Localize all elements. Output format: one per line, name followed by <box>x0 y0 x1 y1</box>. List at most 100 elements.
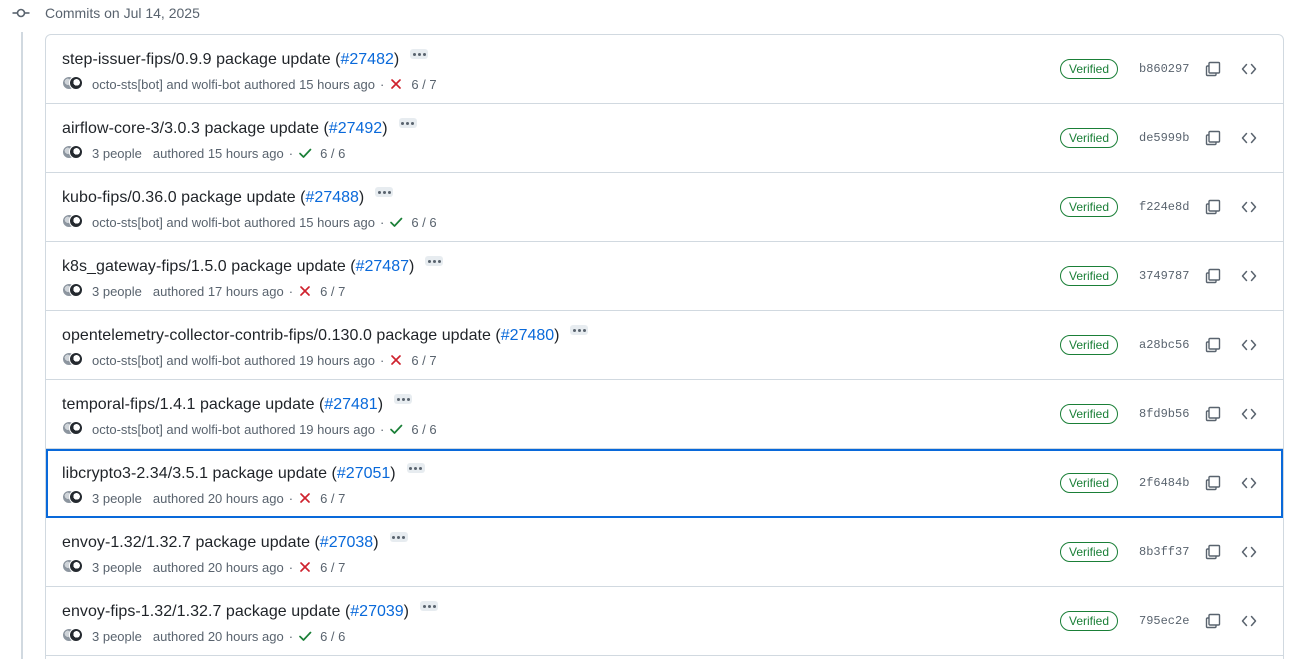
commit-title-link[interactable]: opentelemetry-collector-contrib-fips/0.1… <box>62 327 491 345</box>
verified-badge[interactable]: Verified <box>1060 473 1119 493</box>
x-icon[interactable] <box>298 284 312 298</box>
expand-message-button[interactable] <box>389 532 408 542</box>
x-icon[interactable] <box>298 491 312 505</box>
commit-authors[interactable]: 3 people <box>92 491 142 506</box>
author-avatars[interactable] <box>62 559 86 575</box>
browse-code-icon[interactable] <box>1239 59 1259 79</box>
commit-authors[interactable]: octo-sts[bot] and wolfi-bot <box>92 353 240 368</box>
copy-sha-icon[interactable] <box>1203 59 1223 79</box>
verified-badge[interactable]: Verified <box>1060 404 1119 424</box>
author-avatars[interactable] <box>62 283 86 299</box>
check-icon[interactable] <box>389 422 403 436</box>
browse-code-icon[interactable] <box>1239 473 1259 493</box>
checks-count[interactable]: 6 / 7 <box>320 284 345 299</box>
pull-request-link[interactable]: #27488 <box>306 189 359 207</box>
author-avatars[interactable] <box>62 76 86 92</box>
check-icon[interactable] <box>298 629 312 643</box>
commit-sha-link[interactable]: 3749787 <box>1139 267 1189 285</box>
check-icon[interactable] <box>389 215 403 229</box>
copy-sha-icon[interactable] <box>1203 473 1223 493</box>
checks-count[interactable]: 6 / 7 <box>411 353 436 368</box>
pull-request-link[interactable]: #27038 <box>320 534 373 552</box>
pull-request-link[interactable]: #27482 <box>340 51 393 69</box>
checks-count[interactable]: 6 / 7 <box>411 77 436 92</box>
x-icon[interactable] <box>389 353 403 367</box>
browse-code-icon[interactable] <box>1239 404 1259 424</box>
browse-code-icon[interactable] <box>1239 266 1259 286</box>
browse-code-icon[interactable] <box>1239 197 1259 217</box>
pull-request-link[interactable]: #27480 <box>501 327 554 345</box>
commit-title-link[interactable]: libcrypto3-2.34/3.5.1 package update <box>62 465 327 483</box>
commit-row[interactable]: envoy-1.32/1.32.7 package update (#27038… <box>46 518 1283 587</box>
author-avatars[interactable] <box>62 352 86 368</box>
copy-sha-icon[interactable] <box>1203 404 1223 424</box>
expand-message-button[interactable] <box>425 256 444 266</box>
expand-message-button[interactable] <box>406 463 425 473</box>
copy-sha-icon[interactable] <box>1203 335 1223 355</box>
verified-badge[interactable]: Verified <box>1060 542 1119 562</box>
commit-authors[interactable]: octo-sts[bot] and wolfi-bot <box>92 215 240 230</box>
checks-count[interactable]: 6 / 6 <box>411 422 436 437</box>
commit-sha-link[interactable]: 2f6484b <box>1139 474 1189 492</box>
expand-message-button[interactable] <box>375 187 394 197</box>
commit-row[interactable]: temporal-fips/1.4.1 package update (#274… <box>46 380 1283 449</box>
commit-sha-link[interactable]: f224e8d <box>1139 198 1189 216</box>
check-icon[interactable] <box>298 146 312 160</box>
author-avatars[interactable] <box>62 628 86 644</box>
commit-row[interactable]: kubo-fips/0.36.0 package update (#27488)… <box>46 173 1283 242</box>
commit-title-link[interactable]: kubo-fips/0.36.0 package update <box>62 189 296 207</box>
commit-row[interactable]: k8s_gateway-fips/1.5.0 package update (#… <box>46 242 1283 311</box>
checks-count[interactable]: 6 / 6 <box>320 629 345 644</box>
commit-sha-link[interactable]: 795ec2e <box>1139 612 1189 630</box>
commit-title-link[interactable]: step-issuer-fips/0.9.9 package update <box>62 51 331 69</box>
author-avatars[interactable] <box>62 421 86 437</box>
checks-count[interactable]: 6 / 7 <box>320 491 345 506</box>
pull-request-link[interactable]: #27039 <box>350 603 403 621</box>
commit-row[interactable]: step-issuer-fips/0.9.9 package update (#… <box>46 35 1283 104</box>
commit-sha-link[interactable]: b860297 <box>1139 60 1189 78</box>
verified-badge[interactable]: Verified <box>1060 611 1119 631</box>
x-icon[interactable] <box>389 77 403 91</box>
author-avatars[interactable] <box>62 214 86 230</box>
verified-badge[interactable]: Verified <box>1060 266 1119 286</box>
verified-badge[interactable]: Verified <box>1060 197 1119 217</box>
expand-message-button[interactable] <box>394 394 413 404</box>
browse-code-icon[interactable] <box>1239 128 1259 148</box>
verified-badge[interactable]: Verified <box>1060 335 1119 355</box>
commit-row[interactable]: opentelemetry-collector-contrib-fips/0.1… <box>46 311 1283 380</box>
expand-message-button[interactable] <box>420 601 438 611</box>
commit-title-link[interactable]: envoy-fips-1.32/1.32.7 package update <box>62 603 341 621</box>
commit-authors[interactable]: 3 people <box>92 629 142 644</box>
checks-count[interactable]: 6 / 6 <box>411 215 436 230</box>
commit-row[interactable]: envoy-fips-1.32/1.32.7 package update (#… <box>46 587 1283 656</box>
copy-sha-icon[interactable] <box>1203 542 1223 562</box>
commit-title-link[interactable]: temporal-fips/1.4.1 package update <box>62 396 315 414</box>
commit-title-link[interactable]: envoy-1.32/1.32.7 package update <box>62 534 310 552</box>
browse-code-icon[interactable] <box>1239 542 1259 562</box>
pull-request-link[interactable]: #27492 <box>329 120 382 138</box>
expand-message-button[interactable] <box>570 325 589 335</box>
commit-authors[interactable]: 3 people <box>92 284 142 299</box>
checks-count[interactable]: 6 / 7 <box>320 560 345 575</box>
copy-sha-icon[interactable] <box>1203 197 1223 217</box>
pull-request-link[interactable]: #27481 <box>324 396 377 414</box>
x-icon[interactable] <box>298 560 312 574</box>
copy-sha-icon[interactable] <box>1203 611 1223 631</box>
commit-sha-link[interactable]: de5999b <box>1139 129 1189 147</box>
browse-code-icon[interactable] <box>1239 335 1259 355</box>
pull-request-link[interactable]: #27487 <box>356 258 409 276</box>
browse-code-icon[interactable] <box>1239 611 1259 631</box>
commit-title-link[interactable]: airflow-core-3/3.0.3 package update <box>62 120 319 138</box>
commit-sha-link[interactable]: 8fd9b56 <box>1139 405 1189 423</box>
commit-authors[interactable]: octo-sts[bot] and wolfi-bot <box>92 77 240 92</box>
commit-sha-link[interactable]: 8b3ff37 <box>1139 543 1189 561</box>
commit-title-link[interactable]: k8s_gateway-fips/1.5.0 package update <box>62 258 346 276</box>
verified-badge[interactable]: Verified <box>1060 59 1119 79</box>
commit-row[interactable]: libcrypto3-2.34/3.5.1 package update (#2… <box>46 449 1283 518</box>
expand-message-button[interactable] <box>398 118 417 128</box>
copy-sha-icon[interactable] <box>1203 266 1223 286</box>
author-avatars[interactable] <box>62 490 86 506</box>
commit-row[interactable]: airflow-core-3/3.0.3 package update (#27… <box>46 104 1283 173</box>
expand-message-button[interactable] <box>410 49 429 59</box>
commit-authors[interactable]: 3 people <box>92 560 142 575</box>
